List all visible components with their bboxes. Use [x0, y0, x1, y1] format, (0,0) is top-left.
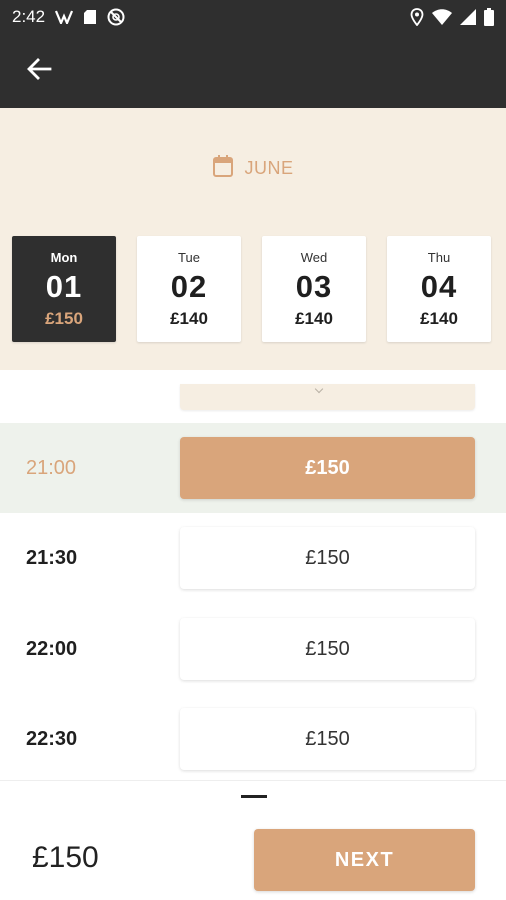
status-time: 2:42: [12, 7, 46, 26]
slot-row-selected[interactable]: 21:00 £150: [0, 423, 506, 513]
status-bar: 2:42: [0, 0, 506, 34]
day-card-wed[interactable]: Wed 03 £140: [262, 236, 366, 342]
partial-slot-button[interactable]: [180, 384, 475, 410]
month-selector[interactable]: JUNE: [0, 154, 506, 183]
back-button[interactable]: [22, 54, 56, 88]
slot-price-button[interactable]: £150: [180, 527, 475, 589]
slot-time: 22:30: [26, 727, 78, 750]
status-right: [410, 8, 494, 26]
drag-handle[interactable]: [241, 795, 267, 798]
slot-price-button[interactable]: £150: [180, 708, 475, 770]
day-name: Tue: [178, 249, 200, 265]
slot-time: 21:00: [26, 456, 77, 479]
location-icon: [410, 8, 424, 26]
battery-icon: [484, 8, 494, 26]
chevron-down-icon: [314, 384, 324, 394]
day-price: £140: [420, 308, 458, 328]
slot-row[interactable]: 22:30 £150: [0, 694, 506, 780]
month-label: JUNE: [244, 158, 294, 178]
time-slot-list[interactable]: 21:00 £150 21:30 £150 22:00 £150 22:30 £…: [0, 370, 506, 780]
day-number: 04: [420, 268, 458, 304]
day-price: £150: [45, 308, 83, 328]
date-picker-header: JUNE Mon 01 £150 Tue 02 £140 Wed 03 £140…: [0, 108, 506, 370]
day-price: £140: [170, 308, 208, 328]
day-card-tue[interactable]: Tue 02 £140: [137, 236, 241, 342]
calendar-icon: [212, 154, 234, 183]
vpn-icon: [55, 10, 74, 24]
back-arrow-icon: [26, 57, 52, 86]
signal-icon: [460, 9, 476, 25]
day-cards: Mon 01 £150 Tue 02 £140 Wed 03 £140 Thu …: [12, 236, 494, 342]
day-name: Thu: [427, 249, 451, 265]
total-price: £150: [32, 841, 99, 874]
day-price: £140: [295, 308, 333, 328]
no-disturb-icon: [107, 8, 125, 26]
slot-time: 21:30: [26, 546, 78, 569]
slot-price-button[interactable]: £150: [180, 618, 475, 680]
slot-time: 22:00: [26, 637, 78, 660]
day-name: Mon: [50, 249, 78, 265]
slot-row[interactable]: 22:00 £150: [0, 604, 506, 694]
day-number: 01: [45, 268, 83, 304]
day-card-thu[interactable]: Thu 04 £140: [387, 236, 491, 342]
slot-price-button[interactable]: £150: [180, 437, 475, 499]
day-number: 02: [170, 268, 208, 304]
day-card-mon[interactable]: Mon 01 £150: [12, 236, 116, 342]
wifi-icon: [432, 9, 452, 25]
slot-row[interactable]: 21:30 £150: [0, 513, 506, 603]
app-bar: [0, 34, 506, 108]
next-button[interactable]: NEXT: [254, 829, 475, 891]
sim-card-icon: [83, 9, 97, 25]
day-number: 03: [295, 268, 333, 304]
day-name: Wed: [300, 249, 328, 265]
bottom-bar: £150 NEXT: [0, 780, 506, 900]
status-left: 2:42: [12, 7, 125, 27]
